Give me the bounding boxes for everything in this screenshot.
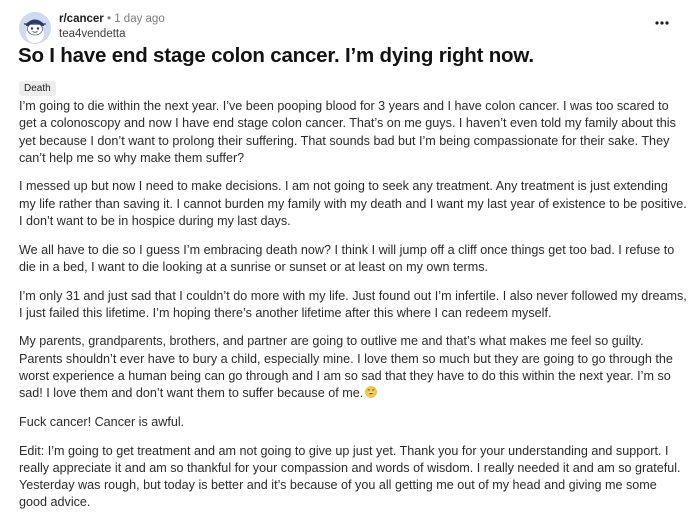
- meta-separator: •: [106, 13, 111, 25]
- paragraph: I’m going to die within the next year. I…: [19, 99, 676, 165]
- paragraph: Fuck cancer! Cancer is awful.: [19, 414, 185, 429]
- post-title[interactable]: So I have end stage colon cancer. I’m dy…: [18, 42, 678, 70]
- paragraph: I’m only 31 and just sad that I couldn’t…: [19, 288, 687, 320]
- paragraph-text: My parents, grandparents, brothers, and …: [19, 334, 673, 401]
- more-horizontal-icon: [655, 21, 669, 25]
- subreddit-link[interactable]: r/cancer: [59, 13, 104, 25]
- paragraph: Edit: I’m going to get treatment and am …: [19, 443, 681, 510]
- paragraph-with-emoji: My parents, grandparents, brothers, and …: [19, 333, 687, 402]
- reddit-post: r/cancer • 1 day ago tea4vendetta So I h…: [0, 0, 700, 529]
- grinning-sweat-emoji-icon: [365, 386, 378, 399]
- post-meta: r/cancer • 1 day ago tea4vendetta: [59, 12, 165, 42]
- subreddit-avatar[interactable]: [19, 12, 51, 44]
- paragraph: I messed up but now I need to make decis…: [19, 179, 687, 229]
- post-body: I’m going to die within the next year. I…: [19, 98, 687, 523]
- post-flair[interactable]: Death: [19, 81, 56, 96]
- more-options-button[interactable]: [654, 15, 670, 31]
- author-link[interactable]: tea4vendetta: [59, 27, 165, 42]
- post-timestamp: 1 day ago: [114, 13, 165, 25]
- paragraph: We all have to die so I guess I’m embrac…: [19, 242, 675, 274]
